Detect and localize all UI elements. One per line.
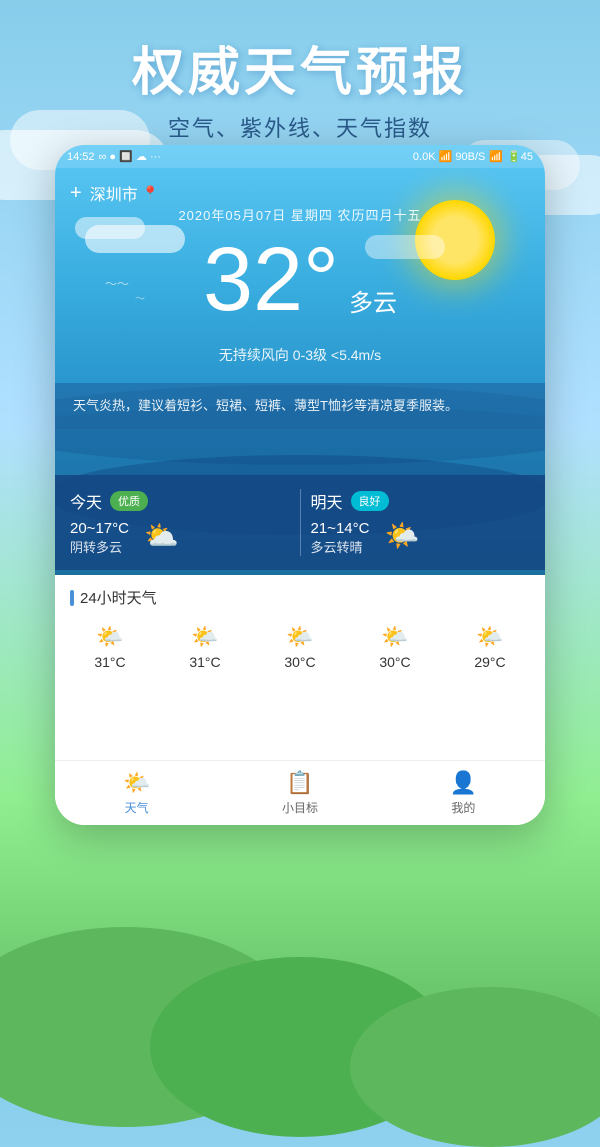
hourly-icon-3: 🌤️ — [286, 624, 313, 650]
bottom-navigation: 🌤️ 天气 📋 小目标 👤 我的 — [55, 760, 545, 825]
weather-nav-label: 天气 — [125, 799, 149, 816]
goals-nav-icon: 📋 — [286, 770, 313, 796]
tomorrow-quality: 良好 — [351, 491, 389, 511]
bottom-section: 24小时天气 🌤️ 31°C 🌤️ 31°C 🌤️ 30°C 🌤️ 30°C 🌤… — [55, 575, 545, 825]
main-title: 权威天气预报 — [20, 30, 580, 105]
status-time: 14:52 — [67, 151, 95, 163]
tomorrow-temp: 21~14°C — [311, 520, 370, 537]
sub-title: 空气、紫外线、天气指数 — [20, 111, 580, 143]
today-weather-icon: ⛅ — [144, 519, 179, 552]
goals-nav-label: 小目标 — [282, 799, 318, 816]
nav-item-weather[interactable]: 🌤️ 天气 — [55, 770, 218, 816]
status-signal: 📶 — [489, 150, 503, 163]
today-temp: 20~17°C — [70, 520, 129, 537]
hourly-title-bar — [70, 590, 74, 606]
clothing-advice: 天气炎热，建议着短衫、短裙、短裤、薄型T恤衫等清凉夏季服装。 — [55, 383, 545, 429]
advice-text: 天气炎热，建议着短衫、短裙、短裤、薄型T恤衫等清凉夏季服装。 — [73, 398, 458, 413]
date-display: 2020年05月07日 星期四 农历四月十五 — [55, 205, 545, 224]
hourly-icon-1: 🌤️ — [96, 624, 123, 650]
phone-mockup: 〜〜 〜 14:52 ∞ ● 🔲 ☁ ··· 0.0K 📶 90B/S 📶 🔋4… — [55, 145, 545, 825]
location-pin-icon: 📍 — [142, 185, 159, 202]
hourly-icon-4: 🌤️ — [381, 624, 408, 650]
grass-decoration — [0, 947, 600, 1067]
list-item: 🌤️ 31°C — [189, 624, 220, 670]
forecast-divider — [300, 489, 301, 556]
tomorrow-weather: 多云转晴 — [311, 537, 370, 556]
status-battery: 🔋45 — [507, 150, 533, 163]
nav-item-profile[interactable]: 👤 我的 — [382, 770, 545, 816]
wind-info: 无持续风向 0-3级 <5.4m/s — [55, 345, 545, 365]
list-item: 🌤️ 31°C — [94, 624, 125, 670]
forecast-row: 今天 优质 20~17°C 阴转多云 ⛅ 明天 良好 21~14°C 多云 — [55, 475, 545, 570]
city-name: 深圳市 — [90, 181, 138, 205]
list-item: 🌤️ 29°C — [474, 624, 505, 670]
hourly-temp-1: 31°C — [94, 654, 125, 670]
tomorrow-label: 明天 — [311, 489, 343, 513]
hourly-title-text: 24小时天气 — [80, 587, 157, 608]
hourly-temp-2: 31°C — [189, 654, 220, 670]
list-item: 🌤️ 30°C — [379, 624, 410, 670]
status-network: 0.0K 📶 90B/S — [413, 150, 485, 163]
tomorrow-forecast: 明天 良好 21~14°C 多云转晴 🌤️ — [311, 489, 531, 556]
hourly-temp-3: 30°C — [284, 654, 315, 670]
profile-nav-label: 我的 — [451, 799, 475, 816]
weather-nav-icon: 🌤️ — [123, 770, 150, 796]
temperature-value: 32° — [203, 235, 339, 325]
add-location-icon[interactable]: + — [70, 182, 82, 205]
temperature-area: 32° 多云 — [55, 235, 545, 325]
hourly-title-row: 24小时天气 — [55, 575, 545, 616]
hourly-temp-4: 30°C — [379, 654, 410, 670]
today-label: 今天 — [70, 489, 102, 513]
tomorrow-weather-icon: 🌤️ — [384, 519, 419, 552]
status-icons: ∞ ● 🔲 ☁ ··· — [99, 150, 161, 163]
hourly-icon-5: 🌤️ — [476, 624, 503, 650]
profile-nav-icon: 👤 — [450, 770, 477, 796]
weather-condition: 多云 — [349, 283, 397, 318]
today-quality: 优质 — [110, 491, 148, 511]
hourly-icon-2: 🌤️ — [191, 624, 218, 650]
status-bar: 14:52 ∞ ● 🔲 ☁ ··· 0.0K 📶 90B/S 📶 🔋45 — [55, 145, 545, 168]
today-forecast: 今天 优质 20~17°C 阴转多云 ⛅ — [70, 489, 290, 556]
nav-item-goals[interactable]: 📋 小目标 — [218, 770, 381, 816]
hourly-temp-5: 29°C — [474, 654, 505, 670]
hero-section: 权威天气预报 空气、紫外线、天气指数 — [0, 0, 600, 153]
list-item: 🌤️ 30°C — [284, 624, 315, 670]
hourly-forecast-row: 🌤️ 31°C 🌤️ 31°C 🌤️ 30°C 🌤️ 30°C 🌤️ 29°C — [55, 616, 545, 678]
today-weather: 阴转多云 — [70, 537, 129, 556]
